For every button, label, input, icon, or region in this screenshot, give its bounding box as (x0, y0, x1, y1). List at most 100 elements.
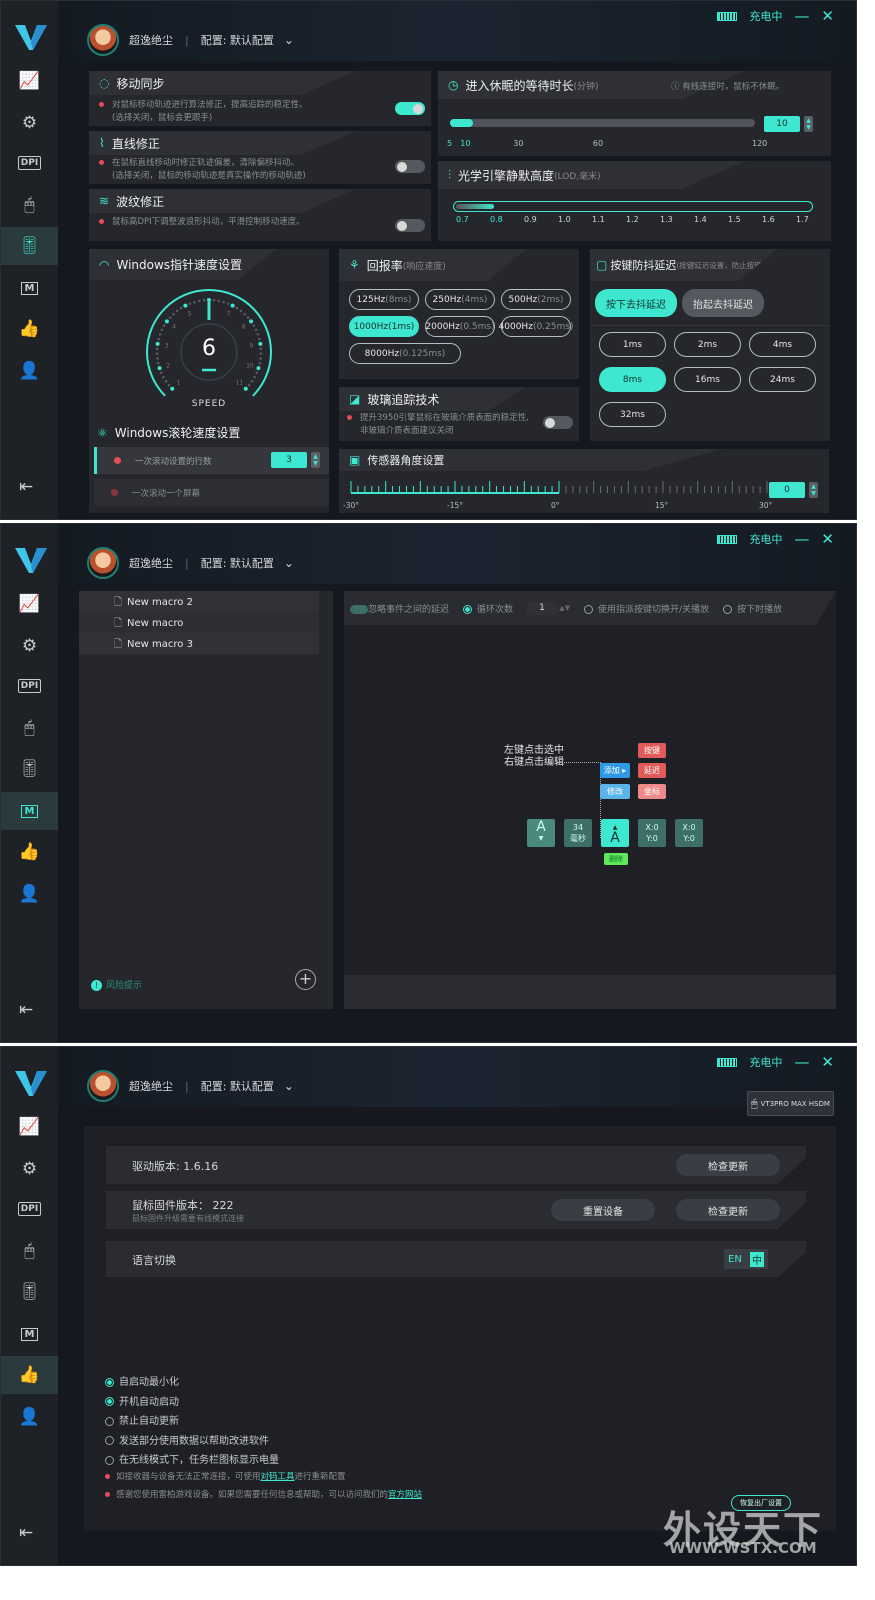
avatar[interactable] (87, 24, 119, 56)
debounce-option-4ms[interactable]: 4ms (749, 332, 816, 357)
sidebar-item-monitor-gear[interactable]: ⚙ (1, 627, 58, 665)
sidebar-item-chart[interactable]: 📈 (1, 585, 58, 623)
debounce-option-1ms[interactable]: 1ms (599, 332, 666, 357)
sleep-stepper[interactable]: ▲ ▼ (804, 116, 813, 132)
chevron-down-icon[interactable]: ⌄ (284, 33, 294, 47)
move-event-1[interactable]: X:0 Y:0 (638, 819, 666, 847)
setting-option[interactable]: 在无线模式下，任务栏图标显示电量 (105, 1451, 279, 1466)
avatar[interactable] (87, 1070, 119, 1102)
sidebar-item-user-settings[interactable]: 👤 (1, 352, 58, 390)
sidebar-item-equalizer[interactable]: 🎚 (1, 1273, 58, 1311)
sidebar-item-mouse[interactable]: 🖱 (1, 1232, 58, 1270)
sidebar-item-thumbs-up[interactable]: 👍 (1, 1356, 58, 1394)
macro-list-item[interactable]: 🗋 New macro (79, 612, 319, 633)
sidebar-item-dpi[interactable]: DPI (1, 144, 58, 182)
polling-option-1000Hz[interactable]: 1000Hz (1ms) (349, 316, 419, 337)
sensor-angle-input[interactable]: 0 (769, 482, 805, 498)
sidebar-item-chart[interactable]: 📈 (1, 62, 58, 100)
loop-radio[interactable]: 循环次数 (463, 602, 513, 615)
collapse-sidebar-icon[interactable]: ⇤ (19, 1000, 33, 1020)
avatar[interactable] (87, 547, 119, 579)
scroll-lines-option[interactable]: 一次滚动设置的行数 3 ▲ ▼ (94, 447, 329, 474)
lang-zh-option[interactable]: 中 (749, 1251, 764, 1267)
sidebar-item-mouse[interactable]: 🖱 (1, 186, 58, 224)
add-key-menu-item[interactable]: 按键 (638, 743, 666, 758)
radio-indicator[interactable] (105, 1455, 114, 1465)
chevron-down-icon[interactable]: ⌄ (284, 556, 294, 570)
sidebar-item-dpi[interactable]: DPI (1, 667, 58, 705)
sidebar-item-user-settings[interactable]: 👤 (1, 1398, 58, 1436)
profile-selector[interactable]: 配置: 默认配置 (201, 32, 274, 48)
setting-option[interactable]: 开机自动启动 (105, 1393, 179, 1408)
check-driver-update-button[interactable]: 检查更新 (676, 1154, 780, 1176)
polling-option-8000Hz[interactable]: 8000Hz (0.125ms) (349, 343, 461, 364)
scroll-screen-option[interactable]: 一次滚动一个屏幕 (94, 479, 329, 506)
polling-option-4000Hz[interactable]: 4000Hz (0.25ms) (499, 316, 573, 337)
sidebar-item-chart[interactable]: 📈 (1, 1108, 58, 1146)
setting-option[interactable]: 自启动最小化 (105, 1373, 179, 1388)
risk-tip-link[interactable]: 风险提示 (106, 981, 142, 991)
loop-count-stepper[interactable]: ▲▼ (557, 604, 570, 612)
sidebar-item-thumbs-up[interactable]: 👍 (1, 310, 58, 348)
radio-indicator[interactable] (105, 1416, 114, 1426)
official-site-link[interactable]: 官方网站 (388, 1490, 422, 1500)
language-switch[interactable]: EN 中 (724, 1249, 768, 1269)
hold-play-radio[interactable]: 按下时播放 (723, 602, 782, 615)
radio-indicator[interactable] (105, 1397, 114, 1406)
polling-option-500Hz[interactable]: 500Hz (2ms) (501, 289, 571, 310)
ripple-toggle[interactable] (395, 219, 425, 232)
debounce-option-32ms[interactable]: 32ms (599, 402, 666, 427)
add-delay-menu-item[interactable]: 延迟 (638, 763, 666, 778)
sensor-angle-slider[interactable] (349, 479, 769, 495)
minimize-button[interactable]: — (794, 1053, 809, 1071)
debounce-option-24ms[interactable]: 24ms (749, 367, 816, 392)
sidebar-item-monitor-gear[interactable]: ⚙ (1, 1150, 58, 1188)
sidebar-item-macro[interactable]: M (1, 1315, 58, 1353)
sidebar-item-dpi[interactable]: DPI (1, 1190, 58, 1228)
close-button[interactable]: ✕ (821, 530, 834, 548)
debounce-option-16ms[interactable]: 16ms (674, 367, 741, 392)
release-debounce-tab[interactable]: 抬起去抖延迟 (682, 289, 764, 317)
sidebar-item-macro[interactable]: M (1, 792, 58, 830)
collapse-sidebar-icon[interactable]: ⇤ (19, 1523, 33, 1543)
debounce-option-2ms[interactable]: 2ms (674, 332, 741, 357)
profile-selector[interactable]: 配置: 默认配置 (201, 1078, 274, 1094)
minimize-button[interactable]: — (794, 530, 809, 548)
toggle-play-radio[interactable]: 使用指派按键切换开/关播放 (584, 602, 709, 615)
macro-list-item[interactable]: 🗋 New macro 3 (79, 633, 319, 654)
collapse-sidebar-icon[interactable]: ⇤ (19, 477, 33, 497)
close-button[interactable]: ✕ (821, 1053, 834, 1071)
loop-count-input[interactable]: 1 (527, 601, 558, 615)
close-button[interactable]: ✕ (821, 7, 834, 25)
add-coordinate-menu-item[interactable]: 坐标 (638, 784, 666, 799)
add-macro-button[interactable]: + (295, 969, 316, 990)
key-down-event[interactable]: A ▼ (527, 819, 555, 847)
sidebar-item-thumbs-up[interactable]: 👍 (1, 833, 58, 871)
sidebar-item-monitor-gear[interactable]: ⚙ (1, 104, 58, 142)
sidebar-item-equalizer[interactable]: 🎚 (1, 227, 58, 265)
angle-snap-toggle[interactable] (395, 160, 425, 173)
polling-option-250Hz[interactable]: 250Hz (4ms) (425, 289, 495, 310)
sleep-value-input[interactable]: 10 (764, 116, 800, 132)
glass-toggle[interactable] (543, 416, 573, 429)
sidebar-item-user-settings[interactable]: 👤 (1, 875, 58, 913)
chevron-down-icon[interactable]: ⌄ (284, 1079, 294, 1093)
polling-option-125Hz[interactable]: 125Hz (8ms) (349, 289, 419, 310)
key-up-event[interactable]: ▲ A (601, 819, 629, 847)
press-debounce-tab[interactable]: 按下去抖延迟 (595, 289, 677, 317)
sidebar-item-macro[interactable]: M (1, 269, 58, 307)
scroll-lines-stepper[interactable]: ▲ ▼ (311, 452, 320, 468)
polling-option-2000Hz[interactable]: 2000Hz (0.5ms) (425, 316, 495, 337)
radio-indicator[interactable] (105, 1377, 114, 1387)
delay-event[interactable]: 34 毫秒 (564, 819, 592, 847)
sidebar-item-mouse[interactable]: 🖱 (1, 709, 58, 747)
modify-event-button[interactable]: 修改 (600, 784, 630, 799)
sidebar-item-equalizer[interactable]: 🎚 (1, 750, 58, 788)
add-event-button[interactable]: 添加 ▸ (600, 763, 630, 778)
radio-indicator[interactable] (105, 1436, 114, 1445)
pairing-tool-link[interactable]: 对码工具 (261, 1472, 295, 1482)
setting-option[interactable]: 禁止自动更新 (105, 1412, 179, 1427)
move-event-2[interactable]: X:0 Y:0 (675, 819, 703, 847)
profile-selector[interactable]: 配置: 默认配置 (201, 555, 274, 571)
check-firmware-update-button[interactable]: 检查更新 (676, 1199, 780, 1221)
